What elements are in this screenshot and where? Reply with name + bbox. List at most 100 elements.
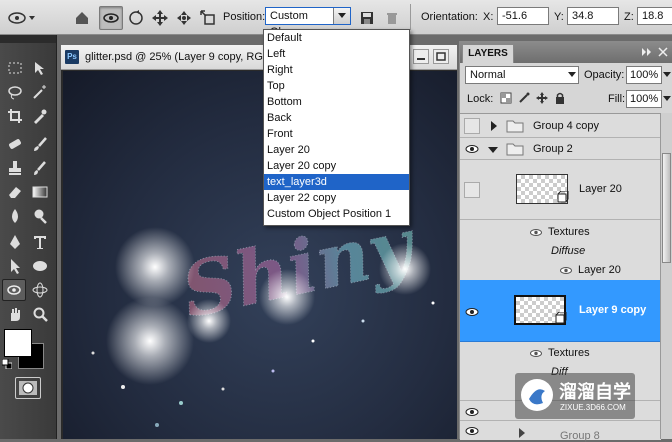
- lasso-tool[interactable]: [3, 81, 27, 103]
- dodge-icon: [34, 209, 47, 224]
- collapse-icon[interactable]: [642, 47, 652, 57]
- layers-tab[interactable]: LAYERS: [462, 44, 514, 63]
- chevron-down-icon[interactable]: [663, 96, 671, 102]
- eye-icon[interactable]: [464, 404, 480, 420]
- 3d-camera-tool[interactable]: [28, 279, 52, 301]
- position-option-text-layer3d[interactable]: text_layer3d: [264, 174, 409, 190]
- chevron-right-icon[interactable]: [518, 428, 526, 438]
- return-to-initial-position-button[interactable]: [70, 6, 94, 30]
- 3d-layer-badge-icon: [557, 191, 569, 203]
- position-option-top[interactable]: Top: [264, 78, 409, 94]
- position-option-default[interactable]: Default: [264, 30, 409, 46]
- marquee-tool[interactable]: [3, 57, 27, 79]
- foreground-color-swatch-top[interactable]: [4, 329, 32, 357]
- 3d-rotate-tool[interactable]: [2, 279, 26, 301]
- close-icon[interactable]: [658, 47, 668, 57]
- position-option-right[interactable]: Right: [264, 62, 409, 78]
- scrollbar-thumb[interactable]: [662, 153, 671, 263]
- gradient-icon: [32, 186, 48, 198]
- slide-3d-button[interactable]: [172, 6, 196, 30]
- eraser-tool[interactable]: [3, 181, 27, 203]
- move-tool[interactable]: [28, 57, 52, 79]
- position-select[interactable]: Custom Ob...: [265, 7, 351, 38]
- position-option-layer-22-copy[interactable]: Layer 22 copy: [264, 190, 409, 206]
- document-title: glitter.psd @ 25% (Layer 9 copy, RG: [85, 51, 263, 63]
- hand-tool[interactable]: [3, 303, 27, 325]
- layer-row-layer-9-copy[interactable]: Layer 9 copy: [460, 280, 672, 342]
- eye-icon[interactable]: [464, 141, 480, 157]
- crop-icon: [8, 109, 22, 123]
- direct-selection-tool[interactable]: [3, 255, 27, 277]
- crop-tool[interactable]: [3, 105, 27, 127]
- blur-tool[interactable]: [3, 205, 27, 227]
- position-option-back[interactable]: Back: [264, 110, 409, 126]
- lock-position-icon[interactable]: [536, 92, 548, 104]
- lock-transparent-pixels-icon[interactable]: [500, 92, 512, 104]
- type-tool[interactable]: [28, 231, 52, 253]
- position-option-layer-20[interactable]: Layer 20: [264, 142, 409, 158]
- chevron-right-icon[interactable]: [490, 121, 498, 131]
- position-option-custom-1[interactable]: Custom Object Position 1: [264, 206, 409, 222]
- healing-brush-tool[interactable]: [3, 133, 27, 155]
- eraser-icon: [9, 187, 21, 198]
- orientation-label: Orientation:: [421, 11, 478, 23]
- position-label: Position:: [223, 11, 266, 23]
- shape-tool[interactable]: [28, 255, 52, 277]
- position-option-layer-20-copy[interactable]: Layer 20 copy: [264, 158, 409, 174]
- orientation-x-field[interactable]: -51.6: [497, 7, 549, 25]
- delete-position-button[interactable]: [380, 6, 404, 30]
- visibility-toggle[interactable]: [464, 182, 480, 198]
- scale-3d-button[interactable]: [196, 6, 220, 30]
- eye-icon[interactable]: [530, 349, 542, 358]
- brush-tool[interactable]: [28, 133, 52, 155]
- eye-icon[interactable]: [560, 266, 572, 275]
- chevron-down-icon[interactable]: [488, 146, 498, 154]
- slide-arrows-icon: [177, 11, 191, 25]
- save-position-button[interactable]: [355, 6, 379, 30]
- eye-icon[interactable]: [464, 304, 480, 320]
- chevron-down-icon: [568, 72, 576, 77]
- eyedropper-tool[interactable]: [28, 105, 52, 127]
- layers-scrollbar[interactable]: [660, 113, 672, 439]
- history-brush-tool[interactable]: [28, 157, 52, 179]
- orientation-z-field[interactable]: 18.8: [637, 7, 672, 25]
- opacity-label: Opacity:: [584, 69, 625, 81]
- roll-3d-button[interactable]: [124, 6, 148, 30]
- position-option-front[interactable]: Front: [264, 126, 409, 142]
- layer-row-layer-20[interactable]: Layer 20: [460, 160, 672, 220]
- opacity-field[interactable]: 100%: [626, 66, 662, 84]
- layers-panel-tabbar: LAYERS: [460, 41, 672, 63]
- chevron-down-icon[interactable]: [663, 72, 671, 78]
- roll-icon: [129, 10, 143, 25]
- clone-stamp-tool[interactable]: [3, 157, 27, 179]
- visibility-toggle[interactable]: [464, 118, 480, 134]
- eye-icon[interactable]: [464, 423, 480, 439]
- fill-field[interactable]: 100%: [626, 90, 662, 108]
- fill-label: Fill:: [608, 93, 626, 105]
- chevron-down-icon[interactable]: [333, 8, 350, 24]
- move-arrows-icon: [152, 10, 168, 26]
- layer-row-group-4-copy[interactable]: Group 4 copy: [460, 114, 672, 138]
- zoom-tool[interactable]: [28, 303, 52, 325]
- position-option-bottom[interactable]: Bottom: [264, 94, 409, 110]
- ellipse-icon: [33, 261, 47, 271]
- orientation-y-field[interactable]: 34.8: [567, 7, 619, 25]
- light-flare: [259, 269, 315, 325]
- gradient-tool[interactable]: [28, 181, 52, 203]
- maximize-button[interactable]: [433, 49, 449, 64]
- layer-row-group-2[interactable]: Group 2: [460, 138, 672, 160]
- eye-icon[interactable]: [530, 228, 542, 237]
- lock-all-icon[interactable]: [554, 92, 566, 104]
- minimize-button[interactable]: [413, 49, 429, 64]
- lock-image-pixels-icon[interactable]: [518, 92, 530, 104]
- rotate-3d-button[interactable]: [99, 6, 123, 30]
- quick-mask-button[interactable]: [15, 377, 41, 399]
- tool-preset-picker[interactable]: [4, 6, 40, 30]
- pan-3d-button[interactable]: [148, 6, 172, 30]
- magic-wand-tool[interactable]: [28, 81, 52, 103]
- blend-mode-select[interactable]: Normal: [465, 66, 579, 84]
- path-selection-tool[interactable]: [3, 231, 27, 253]
- default-colors-icon[interactable]: [1, 358, 13, 370]
- position-option-left[interactable]: Left: [264, 46, 409, 62]
- dodge-tool[interactable]: [28, 205, 52, 227]
